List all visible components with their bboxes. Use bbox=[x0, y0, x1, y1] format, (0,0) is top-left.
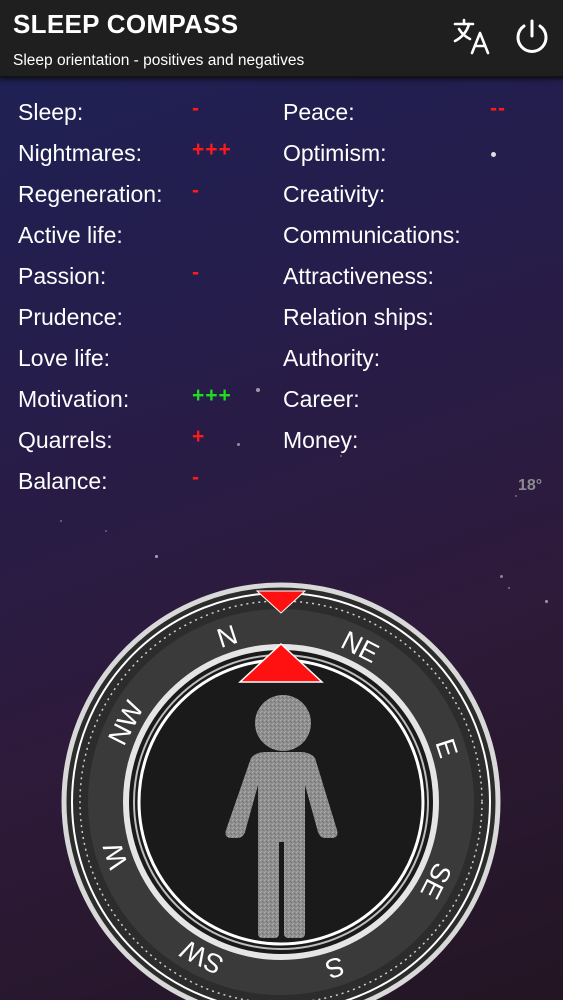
orientation-value: - bbox=[192, 97, 200, 120]
orientation-label: Prudence: bbox=[18, 304, 123, 330]
orientation-label: Motivation: bbox=[18, 386, 130, 412]
orientation-value: +++ bbox=[192, 384, 232, 407]
orientation-label: Peace: bbox=[283, 99, 355, 125]
orientation-label: Regeneration: bbox=[18, 181, 163, 207]
orientation-value: - bbox=[192, 261, 200, 284]
orientation-label: Sleep: bbox=[18, 99, 84, 125]
orientation-value: - bbox=[192, 466, 200, 489]
power-button[interactable] bbox=[510, 17, 554, 61]
orientation-label: Creativity: bbox=[283, 181, 386, 207]
orientation-label: Quarrels: bbox=[18, 427, 113, 453]
orientation-label: Balance: bbox=[18, 468, 108, 494]
heading-degrees: 18° bbox=[518, 477, 543, 494]
orientation-label: Career: bbox=[283, 386, 360, 412]
orientation-label: Money: bbox=[283, 427, 359, 453]
orientation-value: - bbox=[192, 179, 200, 202]
translate-icon bbox=[451, 16, 493, 63]
orientation-label: Authority: bbox=[283, 345, 381, 371]
app-bar: SLEEP COMPASS Sleep orientation - positi… bbox=[0, 0, 563, 78]
orientation-label: Attractiveness: bbox=[283, 263, 434, 289]
orientation-value: -- bbox=[490, 97, 506, 120]
orientation-label: Active life: bbox=[18, 222, 123, 248]
compass[interactable]: N NE E SE S SW W NW bbox=[0, 580, 563, 1000]
orientation-value: +++ bbox=[192, 138, 232, 161]
orientation-value: + bbox=[192, 425, 206, 448]
app-title: SLEEP COMPASS bbox=[13, 9, 239, 39]
orientation-label: Optimism: bbox=[283, 140, 387, 166]
orientation-label: Relation ships: bbox=[283, 304, 434, 330]
power-icon bbox=[512, 17, 552, 62]
orientation-label: Passion: bbox=[18, 263, 107, 289]
orientation-label: Communications: bbox=[283, 222, 461, 248]
orientation-label: Love life: bbox=[18, 345, 111, 371]
translate-button[interactable] bbox=[450, 17, 494, 61]
app-subtitle: Sleep orientation - positives and negati… bbox=[13, 52, 305, 69]
orientation-label: Nightmares: bbox=[18, 140, 142, 166]
